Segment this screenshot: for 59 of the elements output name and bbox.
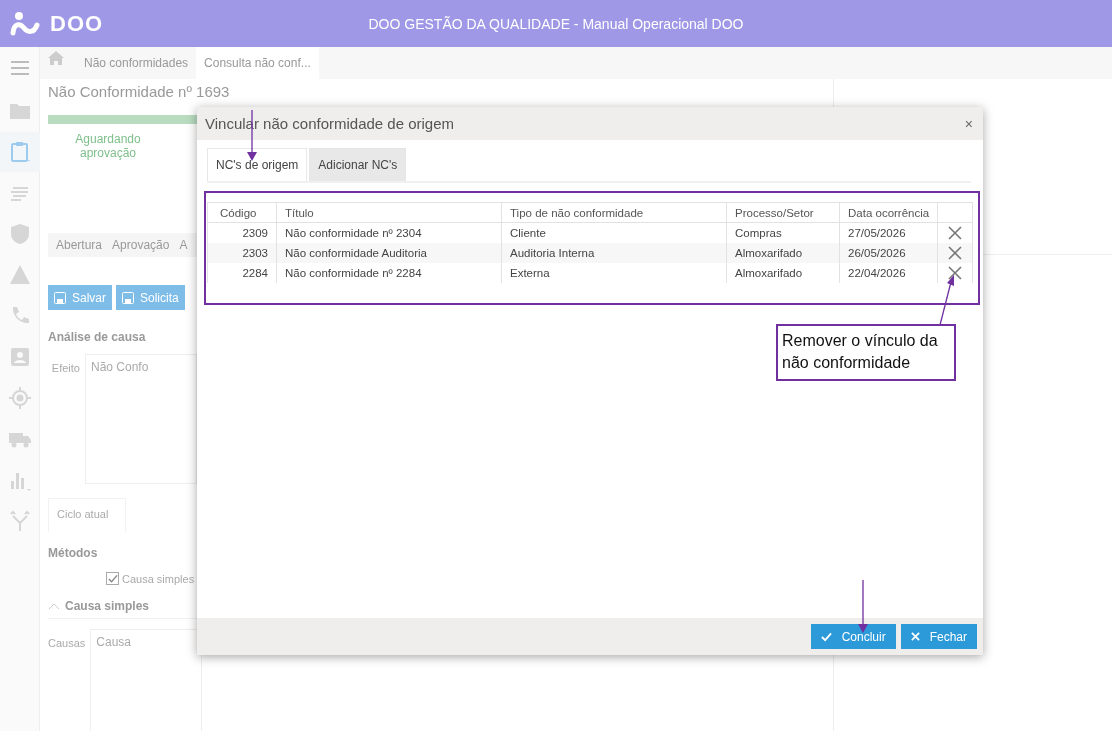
checkbox[interactable] — [106, 572, 119, 585]
table-cell: Auditoria Interna — [501, 243, 727, 263]
target-icon[interactable] — [8, 387, 31, 409]
menu-icon[interactable] — [10, 61, 29, 75]
table-cell: Não conformidade Auditoria — [276, 243, 502, 263]
column-header: Tipo de não conformidade — [501, 202, 727, 223]
record-heading: Não Conformidade nº 1693 — [48, 83, 230, 101]
section-title: Causa simples — [65, 599, 150, 613]
close-button[interactable]: Fechar — [900, 624, 977, 649]
home-icon[interactable] — [48, 51, 64, 65]
logo-text: DOO — [50, 10, 104, 37]
action-button[interactable]: Solicita — [116, 285, 185, 310]
remove-icon[interactable] — [948, 226, 963, 240]
column-header: Data ocorrência — [839, 202, 938, 223]
breadcrumb-tab[interactable]: Consulta não conf... — [196, 47, 319, 79]
contact-icon[interactable] — [8, 346, 31, 368]
remove-icon[interactable] — [948, 266, 963, 280]
close-icon — [910, 632, 920, 641]
chevron-icon[interactable] — [48, 602, 60, 610]
confirm-button[interactable]: Concluir — [810, 624, 896, 649]
record-tab[interactable]: A — [179, 238, 188, 252]
dialog-tab[interactable]: NC's de origem — [207, 148, 308, 181]
warning-icon[interactable] — [8, 264, 31, 286]
callout-note: Remover o vínculo da não conformidade — [776, 324, 956, 381]
dialog-tab[interactable]: Adicionar NC's — [309, 148, 407, 181]
table-cell: 26/05/2026 — [839, 243, 938, 263]
close-button[interactable]: × — [962, 115, 975, 132]
column-header: Processo/Setor — [726, 202, 840, 223]
section-title: Métodos — [48, 546, 99, 560]
action-button[interactable]: Salvar — [48, 285, 112, 310]
app-title: DOO GESTÃO DA QUALIDADE - Manual Operacional DOO — [368, 15, 744, 32]
shield-icon[interactable] — [8, 223, 31, 245]
checkbox-label: Causa simples — [122, 572, 195, 585]
effect-field[interactable]: Não Confo — [85, 354, 197, 484]
arrow — [937, 274, 957, 326]
table-cell: Almoxarifado — [726, 263, 840, 283]
fork-icon[interactable] — [8, 510, 31, 532]
field-label: Efeito — [50, 361, 80, 376]
table-cell: Almoxarifado — [726, 243, 840, 263]
table-cell: Não conformidade nº 2284 — [276, 263, 502, 283]
save-icon — [122, 291, 134, 304]
logo-icon — [10, 10, 40, 37]
section-title: Análise de causa — [48, 330, 147, 344]
table-cell: Externa — [501, 263, 727, 283]
breadcrumb-tab[interactable]: Não conformidades — [76, 47, 197, 79]
status-label: Aguardando aprovação — [74, 132, 142, 160]
column-header: Código — [207, 202, 277, 223]
remove-icon[interactable] — [948, 246, 963, 260]
field-label: Causas — [48, 636, 86, 651]
check-icon — [820, 631, 832, 642]
table-cell: 2303 — [207, 243, 277, 263]
arrow — [857, 580, 869, 634]
column-header: Título — [276, 202, 502, 223]
record-tab[interactable]: Abertura — [56, 238, 103, 252]
table-cell: 2284 — [207, 263, 277, 283]
save-icon — [54, 291, 66, 304]
record-tab[interactable]: Aprovação — [112, 238, 170, 252]
table-cell: 22/04/2026 — [839, 263, 938, 283]
cycle-tab[interactable]: Ciclo atual — [48, 498, 126, 532]
